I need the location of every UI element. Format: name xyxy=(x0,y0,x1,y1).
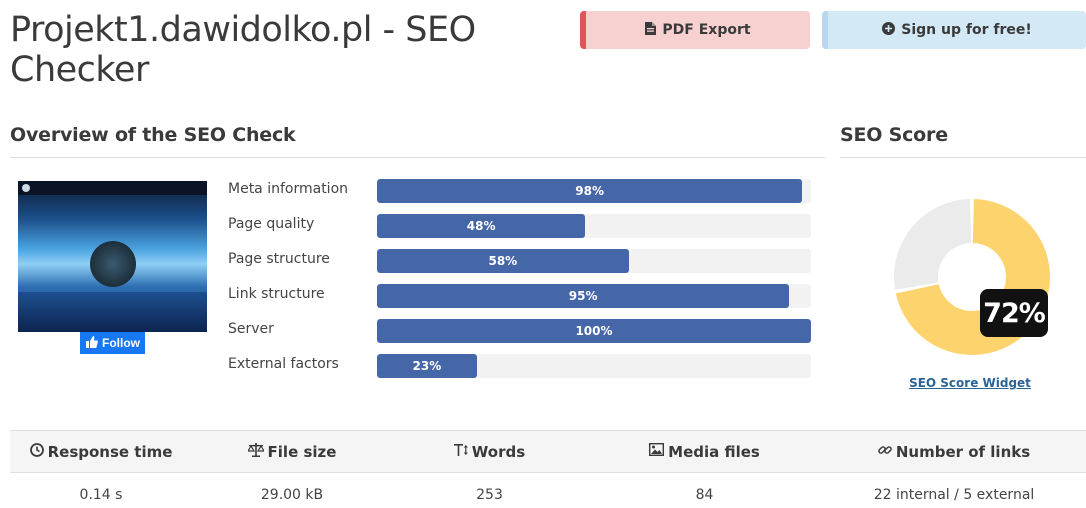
scale-icon xyxy=(246,442,265,461)
metric-label: External factors xyxy=(228,356,339,372)
facebook-follow-button[interactable]: Follow xyxy=(80,332,145,354)
metric-row: Link structure 95% xyxy=(228,284,812,308)
metric-progress-fill: 100% xyxy=(377,319,811,343)
metric-progress-fill: 23% xyxy=(377,354,477,378)
clock-icon xyxy=(29,442,44,461)
metric-progress-track: 48% xyxy=(377,214,811,238)
metric-progress-track: 23% xyxy=(377,354,811,378)
plus-circle-icon xyxy=(882,21,896,39)
stats-header-label: Response time xyxy=(47,442,173,461)
thumbnail-navbar xyxy=(18,181,207,195)
overview-title: Overview of the SEO Check xyxy=(10,124,825,158)
metric-row: Server 100% xyxy=(228,319,812,343)
seo-score-value: 72% xyxy=(980,289,1048,337)
metric-label: Page structure xyxy=(228,251,330,267)
stats-header-number-of-links: Number of links xyxy=(822,431,1086,472)
page-title: Projekt1.dawidolko.pl - SEO Checker xyxy=(10,10,476,90)
stats-media-files-value: 84 xyxy=(695,486,714,503)
metric-row: External factors 23% xyxy=(228,354,812,378)
thumbnail-logo-icon xyxy=(22,184,30,192)
metric-label: Page quality xyxy=(228,216,315,232)
image-icon xyxy=(649,442,665,460)
thumbs-up-icon xyxy=(86,335,98,351)
stats-header-label: File size xyxy=(267,442,337,461)
thumbnail-avatar-orb xyxy=(90,241,136,287)
metric-progress-fill: 58% xyxy=(377,249,629,273)
link-icon xyxy=(878,443,892,461)
stats-number-of-links-value: 22 internal / 5 external xyxy=(873,486,1035,503)
pdf-export-label: PDF Export xyxy=(662,22,751,38)
signup-button[interactable]: Sign up for free! xyxy=(822,11,1086,49)
stats-header-response-time: Response time xyxy=(10,431,192,472)
metric-row: Meta information 98% xyxy=(228,179,812,203)
follow-label: Follow xyxy=(102,336,140,350)
stats-words-value: 253 xyxy=(476,486,503,503)
metric-label: Meta information xyxy=(228,181,349,197)
seo-score-title: SEO Score xyxy=(840,124,1086,158)
pdf-export-button[interactable]: PDF Export xyxy=(580,11,810,49)
seo-score-widget-link[interactable]: SEO Score Widget xyxy=(840,376,1086,390)
text-height-icon xyxy=(453,443,468,461)
metric-progress-fill: 98% xyxy=(377,179,803,203)
stats-header-label: Number of links xyxy=(895,442,1031,461)
signup-label: Sign up for free! xyxy=(901,22,1032,38)
stats-header-label: Words xyxy=(471,442,526,461)
page-stats-table: Response time File size Words Media file… xyxy=(10,430,1086,508)
metric-progress-track: 100% xyxy=(377,319,811,343)
metric-label: Server xyxy=(228,321,274,337)
stats-header-media-files: Media files xyxy=(587,431,822,472)
stats-header-label: Media files xyxy=(668,442,760,461)
stats-header-words: Words xyxy=(392,431,587,472)
stats-header-row: Response time File size Words Media file… xyxy=(10,430,1086,473)
metric-progress-fill: 48% xyxy=(377,214,586,238)
metric-progress-track: 95% xyxy=(377,284,811,308)
metric-row: Page quality 48% xyxy=(228,214,812,238)
stats-file-size-value: 29.00 kB xyxy=(260,486,324,503)
metric-progress-track: 58% xyxy=(377,249,811,273)
stats-response-time-value: 0.14 s xyxy=(79,486,123,503)
metric-progress-fill: 95% xyxy=(377,284,790,308)
thumbnail-water xyxy=(18,292,207,332)
stats-value-row: 0.14 s 29.00 kB 253 84 22 internal / 5 e… xyxy=(10,473,1086,508)
metric-progress-track: 98% xyxy=(377,179,811,203)
pdf-file-icon xyxy=(645,21,657,39)
website-screenshot-thumbnail xyxy=(18,181,207,332)
stats-header-file-size: File size xyxy=(192,431,392,472)
seo-score-remaining-slice xyxy=(894,199,972,290)
metric-label: Link structure xyxy=(228,286,325,302)
metric-row: Page structure 58% xyxy=(228,249,812,273)
